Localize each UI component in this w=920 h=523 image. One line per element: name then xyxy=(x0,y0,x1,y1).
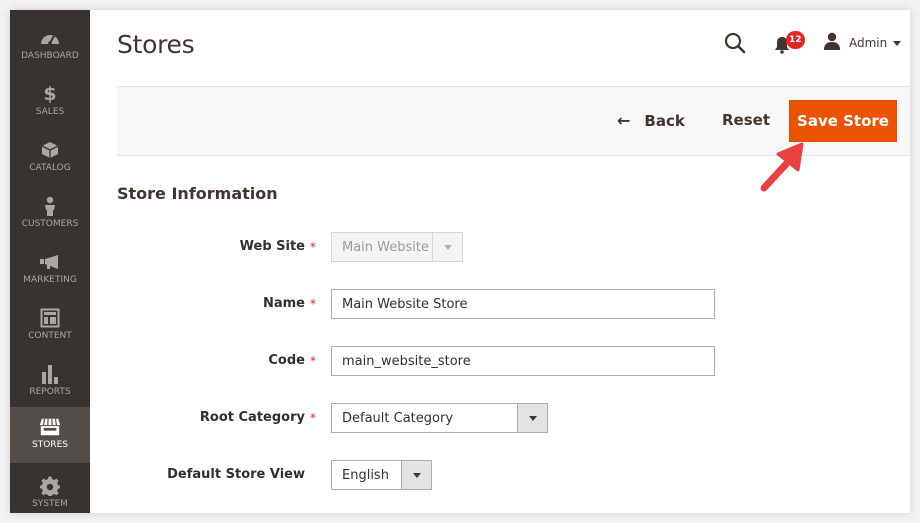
sidebar-item-system[interactable]: SYSTEM xyxy=(10,466,90,513)
sidebar: DASHBOARD $ SALES CATALOG CUSTOMERS MARK… xyxy=(10,10,90,513)
bar-chart-icon xyxy=(39,364,61,384)
user-menu[interactable]: Admin xyxy=(823,32,902,54)
sidebar-item-reports[interactable]: REPORTS xyxy=(10,354,90,410)
sidebar-item-catalog[interactable]: CATALOG xyxy=(10,130,90,186)
admin-window: DASHBOARD $ SALES CATALOG CUSTOMERS MARK… xyxy=(10,10,910,513)
sidebar-item-content[interactable]: CONTENT xyxy=(10,298,90,354)
sidebar-item-stores[interactable]: STORES xyxy=(10,407,90,463)
field-root-category: Root Category * Default Category xyxy=(117,403,817,433)
arrow-left-icon: ← xyxy=(617,111,631,130)
field-code: Code * main_website_store xyxy=(117,346,817,376)
sidebar-item-label: REPORTS xyxy=(29,387,71,397)
select-toggle[interactable] xyxy=(401,461,431,489)
sidebar-item-label: SALES xyxy=(35,107,65,117)
select-value: English xyxy=(342,467,389,483)
field-web-site: Web Site * Main Website xyxy=(117,232,817,262)
sidebar-item-label: MARKETING xyxy=(23,275,77,285)
user-name: Admin xyxy=(849,36,888,50)
sidebar-item-label: CONTENT xyxy=(28,331,72,341)
search-icon xyxy=(724,32,746,58)
required-indicator: * xyxy=(310,240,316,254)
sidebar-item-label: SYSTEM xyxy=(32,499,68,509)
dollar-icon: $ xyxy=(43,83,57,105)
chevron-down-icon xyxy=(528,415,537,421)
field-label: Code xyxy=(268,353,305,368)
chevron-down-icon xyxy=(412,472,421,478)
user-icon xyxy=(823,32,841,54)
sidebar-item-label: CUSTOMERS xyxy=(21,219,79,229)
sidebar-item-label: CATALOG xyxy=(29,163,71,173)
input-value: main_website_store xyxy=(342,353,471,369)
required-indicator: * xyxy=(310,297,316,311)
web-site-select[interactable]: Main Website xyxy=(331,232,463,262)
chevron-down-icon xyxy=(443,244,452,250)
megaphone-icon xyxy=(39,252,61,272)
field-label: Name xyxy=(262,296,305,311)
input-value: Main Website Store xyxy=(342,296,468,312)
sidebar-item-label: DASHBOARD xyxy=(21,51,79,61)
sidebar-item-marketing[interactable]: MARKETING xyxy=(10,242,90,298)
save-store-button[interactable]: Save Store xyxy=(789,100,897,142)
sidebar-item-dashboard[interactable]: DASHBOARD xyxy=(10,18,90,74)
chevron-down-icon xyxy=(893,40,902,46)
section-title: Store Information xyxy=(117,184,278,203)
reset-button[interactable]: Reset xyxy=(722,111,770,129)
field-label: Root Category xyxy=(199,410,305,425)
box-icon xyxy=(39,140,61,160)
back-button-label: Back xyxy=(644,111,685,130)
sidebar-item-customers[interactable]: CUSTOMERS xyxy=(10,186,90,242)
dashboard-icon xyxy=(39,28,61,48)
page-title: Stores xyxy=(117,30,195,59)
root-category-select[interactable]: Default Category xyxy=(331,403,548,433)
storefront-icon xyxy=(39,417,61,437)
field-label: Web Site xyxy=(239,239,305,254)
required-indicator: * xyxy=(310,354,316,368)
search-button[interactable] xyxy=(724,32,746,54)
name-input[interactable]: Main Website Store xyxy=(331,289,715,319)
sidebar-item-sales[interactable]: $ SALES xyxy=(10,74,90,130)
gear-icon xyxy=(39,476,61,496)
select-toggle[interactable] xyxy=(432,233,462,261)
notifications-button[interactable]: 12 xyxy=(774,31,805,56)
default-store-view-select[interactable]: English xyxy=(331,460,432,490)
select-toggle[interactable] xyxy=(517,404,547,432)
select-value: Default Category xyxy=(342,410,454,426)
field-name: Name * Main Website Store xyxy=(117,289,817,319)
required-indicator: * xyxy=(310,411,316,425)
select-value: Main Website xyxy=(342,239,429,255)
notification-count-badge: 12 xyxy=(786,31,805,49)
page-actions-bar: ← Back Reset Save Store xyxy=(117,86,910,156)
code-input[interactable]: main_website_store xyxy=(331,346,715,376)
sidebar-item-label: STORES xyxy=(32,440,68,450)
back-button[interactable]: ← Back xyxy=(617,111,685,130)
layout-icon xyxy=(39,308,61,328)
person-icon xyxy=(39,196,61,216)
field-label: Default Store View xyxy=(167,467,305,482)
field-default-store-view: Default Store View English xyxy=(117,460,817,490)
